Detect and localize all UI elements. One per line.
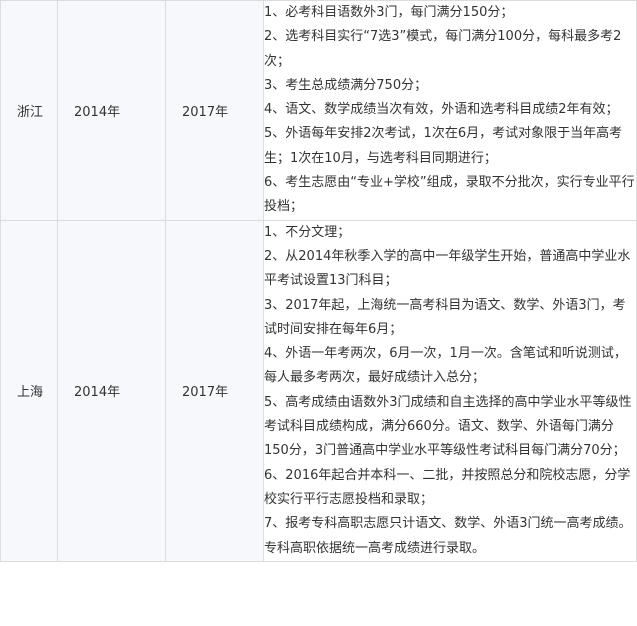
table-row-shanghai: 上海 2014年 2017年 1、不分文理； 2、从2014年秋季入学的高中一年… (0, 219, 637, 562)
implement-year-cell: 2017年 (165, 219, 264, 562)
gaokao-reform-table: 浙江 2014年 2017年 1、必考科目语数外3门，每门满分150分； 2、选… (0, 0, 637, 562)
implement-year: 2017年 (182, 104, 229, 120)
policy-item: 3、考生总成绩满分750分； (264, 77, 428, 93)
start-year: 2014年 (74, 385, 121, 401)
province-name: 浙江 (17, 104, 44, 120)
policy-item: 2、选考科目实行“7选3”模式，每门满分100分，每科最多考2次； (264, 29, 622, 69)
implement-year: 2017年 (182, 385, 229, 401)
policy-item: 6、2016年起合并本科一、二批，并按照总分和院校志愿，分学校实行平行志愿投档和… (264, 467, 631, 507)
policy-item: 7、报考专科高职志愿只计语文、数学、外语3门统一高考成绩。专科高职依据统一高考成… (264, 516, 632, 556)
policy-item: 5、高考成绩由语数外3门成绩和自主选择的高中学业水平等级性考试科目成绩构成，满分… (264, 394, 632, 459)
province-name: 上海 (17, 385, 44, 401)
province-cell: 上海 (0, 219, 58, 562)
policy-item: 3、2017年起，上海统一高考科目为语文、数学、外语3门，考试时间安排在每年6月… (264, 297, 626, 337)
policy-item: 6、考生志愿由“专业+学校”组成，录取不分批次，实行专业平行投档； (264, 175, 635, 215)
policy-item: 5、外语每年安排2次考试，1次在6月，考试对象限于当年高考生；1次在10月，与选… (264, 126, 623, 166)
policy-item: 1、不分文理； (264, 224, 351, 240)
implement-year-cell: 2017年 (165, 0, 264, 221)
start-year-cell: 2014年 (57, 219, 166, 562)
policy-description-cell: 1、不分文理； 2、从2014年秋季入学的高中一年级学生开始，普通高中学业水平考… (263, 219, 637, 562)
policy-item: 2、从2014年秋季入学的高中一年级学生开始，普通高中学业水平考试设置13门科目… (264, 248, 631, 289)
policy-item: 4、外语一年考两次，6月一次，1月一次。含笔试和听说测试，每人最多考两次，最好成… (264, 346, 627, 386)
start-year-cell: 2014年 (57, 0, 166, 221)
table-row-zhejiang: 浙江 2014年 2017年 1、必考科目语数外3门，每门满分150分； 2、选… (0, 0, 637, 221)
province-cell: 浙江 (0, 0, 58, 221)
policy-description-cell: 1、必考科目语数外3门，每门满分150分； 2、选考科目实行“7选3”模式，每门… (263, 0, 637, 221)
policy-item: 1、必考科目语数外3门，每门满分150分； (264, 5, 514, 20)
policy-item: 4、语文、数学成绩当次有效，外语和选考科目成绩2年有效； (264, 102, 619, 118)
start-year: 2014年 (74, 104, 121, 120)
